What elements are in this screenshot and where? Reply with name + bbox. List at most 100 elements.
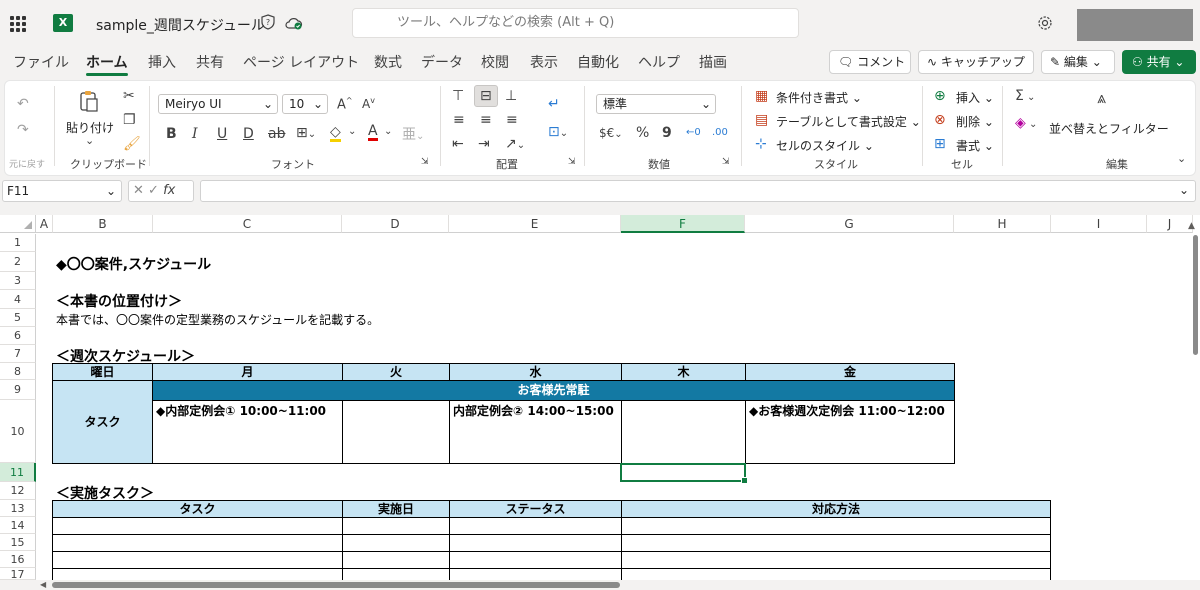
cut-icon[interactable]: ✂: [123, 88, 135, 104]
monday-header-cell[interactable]: 月: [152, 363, 343, 381]
tab-help[interactable]: ヘルプ: [638, 52, 680, 72]
double-underline-icon[interactable]: D: [243, 126, 254, 142]
insert-cells-icon[interactable]: ⊕: [934, 88, 946, 104]
tab-formulas[interactable]: 数式: [374, 52, 402, 72]
increase-indent-icon[interactable]: ⇥: [478, 136, 490, 152]
name-box[interactable]: F11 ⌄: [2, 180, 122, 202]
format-painter-icon[interactable]: 🖌: [123, 136, 141, 152]
currency-icon[interactable]: $€⌄: [599, 126, 623, 140]
row-header-17[interactable]: 17: [0, 568, 36, 581]
row-header-14[interactable]: 14: [0, 517, 36, 534]
underline-icon[interactable]: U: [217, 126, 227, 142]
vertical-scrollbar[interactable]: [1193, 235, 1198, 355]
scroll-up-icon[interactable]: ▲: [1188, 221, 1195, 231]
increase-font-icon[interactable]: A^: [337, 96, 353, 112]
thursday-task-cell[interactable]: [621, 400, 746, 464]
tab-view[interactable]: 表示: [530, 52, 558, 72]
collapse-ribbon-icon[interactable]: ⌄: [1177, 152, 1186, 165]
sort-filter-icon[interactable]: ⩓: [1097, 88, 1106, 108]
task-row-cell[interactable]: [449, 517, 622, 535]
sheet-title[interactable]: ◆〇〇案件,スケジュール: [56, 254, 211, 274]
format-as-table-icon[interactable]: ▤: [755, 112, 768, 128]
formula-input[interactable]: ⌄: [200, 180, 1196, 202]
row-header-11[interactable]: 11: [0, 463, 36, 482]
row-header-9[interactable]: 9: [0, 380, 36, 400]
column-header-H[interactable]: H: [954, 215, 1051, 233]
tab-data[interactable]: データ: [421, 52, 463, 72]
task-row-cell[interactable]: [621, 534, 1051, 552]
number-dialog-launcher-icon[interactable]: ⇲: [722, 157, 730, 167]
row-header-1[interactable]: 1: [0, 234, 36, 252]
font-name-select[interactable]: Meiryo UI ⌄: [158, 94, 278, 114]
client-resident-banner[interactable]: お客様先常駐: [152, 380, 955, 401]
cell-styles-icon[interactable]: ⊹: [755, 136, 767, 152]
expand-formula-icon[interactable]: ⌄: [1179, 183, 1189, 197]
tab-automate[interactable]: 自動化: [577, 52, 619, 72]
column-header-C[interactable]: C: [153, 215, 342, 233]
edit-mode-button[interactable]: ✎ 編集 ⌄: [1041, 50, 1115, 74]
column-header-A[interactable]: A: [36, 215, 53, 233]
task-header-cell[interactable]: タスク: [52, 500, 343, 518]
column-header-G[interactable]: G: [745, 215, 954, 233]
friday-header-cell[interactable]: 金: [745, 363, 955, 381]
wednesday-task-cell[interactable]: 内部定例会② 14:00~15:00: [449, 400, 622, 464]
task-row-cell[interactable]: [342, 517, 450, 535]
cloud-saved-icon[interactable]: [285, 15, 303, 30]
increase-decimal-icon[interactable]: ←0: [686, 127, 701, 138]
row-header-8[interactable]: 8: [0, 363, 36, 380]
number-format-select[interactable]: 標準 ⌄: [596, 94, 716, 114]
search-input[interactable]: ツール、ヘルプなどの検索 (Alt + Q): [352, 8, 799, 38]
row-header-2[interactable]: 2: [0, 252, 36, 272]
method-header-cell[interactable]: 対応方法: [621, 500, 1051, 518]
row-header-13[interactable]: 13: [0, 500, 36, 517]
tab-insert[interactable]: 挿入: [148, 52, 176, 72]
clear-icon[interactable]: ◈ ⌄: [1015, 115, 1037, 131]
phonetic-icon[interactable]: 亜⌄: [402, 124, 424, 144]
format-cells-icon[interactable]: ⊞: [934, 136, 946, 152]
borders-icon[interactable]: ⊞⌄: [296, 125, 316, 141]
decrease-font-icon[interactable]: Av: [362, 96, 375, 111]
shield-icon[interactable]: ?: [261, 14, 275, 30]
scroll-left-icon[interactable]: ◀: [40, 580, 46, 589]
column-header-J[interactable]: J: [1147, 215, 1193, 233]
strikethrough-icon[interactable]: ab: [268, 126, 285, 142]
wednesday-header-cell[interactable]: 水: [449, 363, 622, 381]
copy-icon[interactable]: ❐: [123, 112, 136, 128]
column-header-D[interactable]: D: [342, 215, 449, 233]
comma-style-icon[interactable]: 9: [662, 125, 672, 141]
align-right-icon[interactable]: ≡: [506, 112, 518, 128]
status-header-cell[interactable]: ステータス: [449, 500, 622, 518]
fill-color-chevron-icon[interactable]: ⌄: [348, 126, 356, 137]
conditional-format-icon[interactable]: ▦: [755, 88, 768, 104]
section-heading-position[interactable]: ＜本書の位置付け＞: [56, 291, 182, 311]
column-header-B[interactable]: B: [53, 215, 153, 233]
weekday-header-cell[interactable]: 曜日: [52, 363, 153, 381]
insert-cells-button[interactable]: 挿入 ⌄: [956, 89, 994, 106]
task-row-cell[interactable]: [52, 517, 343, 535]
format-as-table-button[interactable]: テーブルとして書式設定 ⌄: [776, 113, 921, 130]
monday-task-cell[interactable]: ◆内部定例会① 10:00~11:00: [152, 400, 343, 464]
date-header-cell[interactable]: 実施日: [342, 500, 450, 518]
enter-icon[interactable]: ✓: [148, 183, 159, 198]
tab-share[interactable]: 共有: [196, 52, 224, 72]
task-row-cell[interactable]: [342, 534, 450, 552]
autosum-icon[interactable]: Σ ⌄: [1015, 88, 1035, 104]
format-cells-button[interactable]: 書式 ⌄: [956, 137, 994, 154]
paste-chevron-icon[interactable]: ⌄: [85, 134, 94, 147]
bold-icon[interactable]: B: [166, 126, 177, 142]
friday-task-cell[interactable]: ◆お客様週次定例会 11:00~12:00: [745, 400, 955, 464]
wrap-text-icon[interactable]: ↵: [548, 96, 560, 112]
row-header-6[interactable]: 6: [0, 327, 36, 345]
fill-color-icon[interactable]: ◇: [330, 125, 341, 142]
file-name[interactable]: sample_週間スケジュール: [96, 15, 265, 35]
tab-file[interactable]: ファイル: [13, 52, 69, 72]
task-row-cell[interactable]: [52, 534, 343, 552]
row-header-16[interactable]: 16: [0, 551, 36, 568]
app-launcher-icon[interactable]: [10, 16, 26, 32]
font-color-icon[interactable]: A: [368, 124, 378, 141]
tuesday-task-cell[interactable]: [342, 400, 450, 464]
column-header-E[interactable]: E: [449, 215, 621, 233]
row-header-10[interactable]: 10: [0, 400, 36, 463]
merge-center-icon[interactable]: ⊡⌄: [548, 124, 568, 140]
insert-function-icon[interactable]: fx: [163, 183, 175, 198]
